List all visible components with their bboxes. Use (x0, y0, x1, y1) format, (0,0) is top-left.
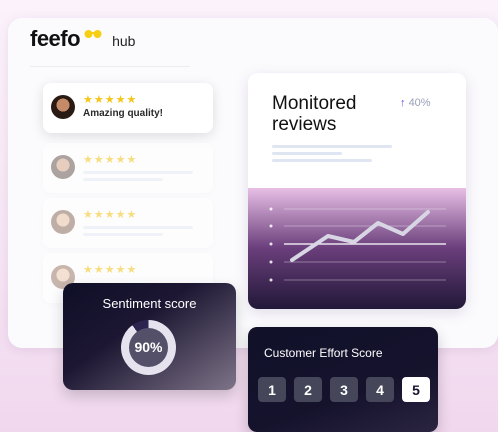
placeholder-line (272, 152, 342, 155)
ces-option-1[interactable]: 1 (258, 377, 286, 402)
star-rating: ★★★★★ (83, 209, 138, 221)
sentiment-value: 90% (134, 339, 163, 355)
placeholder-line (83, 226, 193, 229)
placeholder-line (83, 178, 163, 181)
placeholder-line (272, 145, 392, 148)
monitored-reviews-card[interactable]: Monitored reviews ↑ 40% (248, 73, 466, 309)
divider (30, 66, 190, 67)
up-arrow-icon: ↑ (400, 97, 406, 109)
monitored-title: Monitored reviews (272, 93, 357, 135)
ces-option-3[interactable]: 3 (330, 377, 358, 402)
sentiment-ring: 90% (121, 320, 176, 375)
chart-dots (269, 207, 273, 282)
ces-option-2[interactable]: 2 (294, 377, 322, 402)
smile-eyes-icon (84, 30, 102, 38)
placeholder-line (272, 159, 372, 162)
delta-value: 40% (408, 97, 431, 109)
ces-options: 1 2 3 4 5 (258, 377, 430, 402)
brand: feefo hub (30, 26, 135, 52)
ces-title: Customer Effort Score (264, 346, 383, 360)
monitored-delta: ↑ 40% (400, 97, 431, 109)
ces-option-5-selected[interactable]: 5 (402, 377, 430, 402)
star-rating: ★★★★★ (83, 154, 138, 166)
sentiment-title: Sentiment score (102, 296, 197, 311)
trend-chart (248, 188, 466, 309)
trend-line (290, 210, 430, 262)
avatar (51, 155, 75, 179)
ces-option-4[interactable]: 4 (366, 377, 394, 402)
customer-effort-card: Customer Effort Score 1 2 3 4 5 (248, 327, 438, 432)
review-card[interactable]: ★★★★★ (43, 143, 213, 193)
placeholder-line (83, 233, 163, 236)
star-rating: ★★★★★ (83, 264, 138, 276)
trend-line-graph (269, 207, 446, 282)
avatar (51, 210, 75, 234)
brand-product: hub (112, 33, 136, 49)
placeholder-line (83, 171, 193, 174)
star-rating: ★★★★★ (83, 94, 138, 106)
avatar (51, 95, 75, 119)
brand-logo: feefo (30, 26, 81, 51)
sentiment-score-card[interactable]: Sentiment score 90% (63, 283, 236, 390)
review-card[interactable]: ★★★★★ (43, 198, 213, 248)
review-text: Amazing quality! (83, 108, 164, 119)
review-card[interactable]: ★★★★★ Amazing quality! (43, 83, 213, 133)
